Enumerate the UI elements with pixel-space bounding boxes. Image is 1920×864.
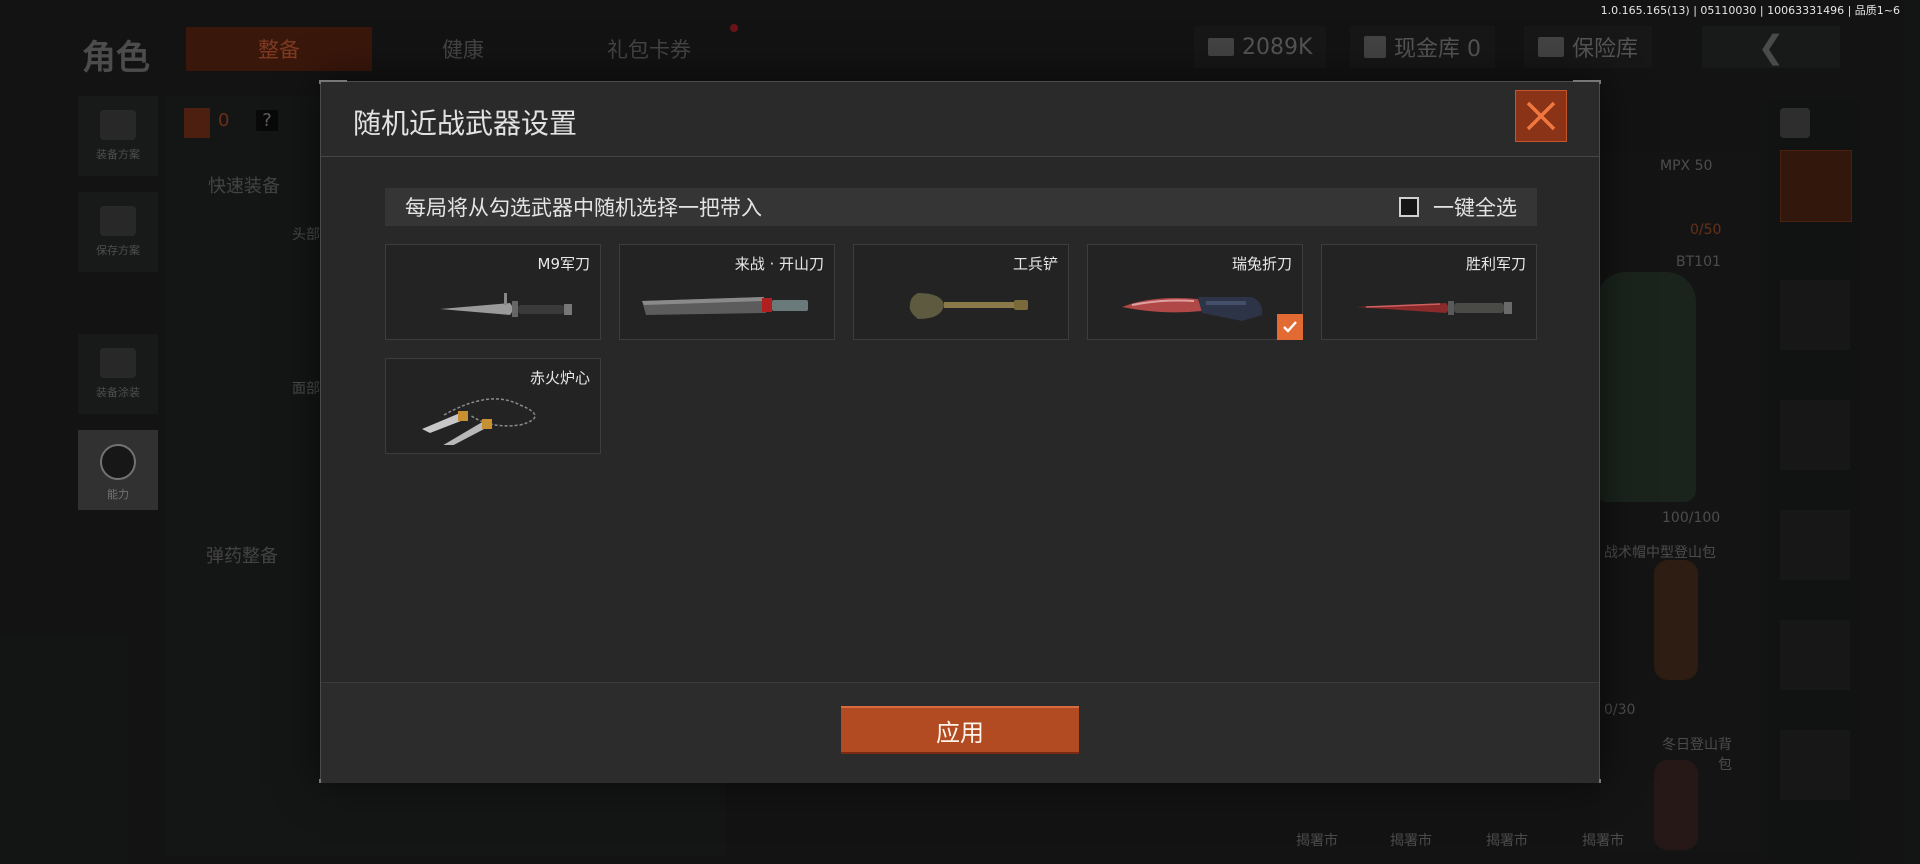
checked-badge[interactable] [1277, 314, 1303, 340]
select-all-label: 一键全选 [1433, 196, 1517, 220]
hint-text: 每局将从勾选武器中随机选择一把带入 [405, 196, 762, 220]
weapon-card-victory-knife[interactable]: 胜利军刀 [1321, 244, 1537, 340]
chain-blades-icon [422, 398, 536, 445]
weapon-card-m9[interactable]: M9军刀 [385, 244, 601, 340]
weapon-card-machete[interactable]: 来战 · 开山刀 [619, 244, 835, 340]
shovel-icon [909, 293, 1028, 319]
apply-button[interactable]: 应用 [841, 706, 1079, 754]
weapon-card-shovel[interactable]: 工兵铲 [853, 244, 1069, 340]
machete-icon [642, 297, 808, 315]
dialog-header: 随机近战武器设置 [321, 82, 1599, 157]
select-all-toggle[interactable]: 一键全选 [1399, 192, 1517, 222]
select-all-checkbox[interactable] [1399, 197, 1419, 217]
m9-knife-icon [440, 293, 572, 317]
weapon-card-folding-knife[interactable]: 瑞兔折刀 [1087, 244, 1303, 340]
dialog-title: 随机近战武器设置 [353, 107, 578, 140]
folding-knife-icon [1122, 297, 1263, 321]
close-button[interactable] [1515, 90, 1567, 142]
weapon-card-chain-blades[interactable]: 赤火炉心 [385, 358, 601, 454]
victory-knife-icon [1356, 301, 1512, 315]
close-icon [1526, 101, 1556, 131]
hint-bar: 每局将从勾选武器中随机选择一把带入 一键全选 [385, 188, 1537, 226]
checkmark-icon [1283, 321, 1297, 333]
version-info: 1.0.165.165(13) | 05110030 | 10063331496… [1600, 4, 1900, 17]
melee-random-dialog: 随机近战武器设置 每局将从勾选武器中随机选择一把带入 一键全选 M9军刀 来战 … [319, 80, 1601, 783]
